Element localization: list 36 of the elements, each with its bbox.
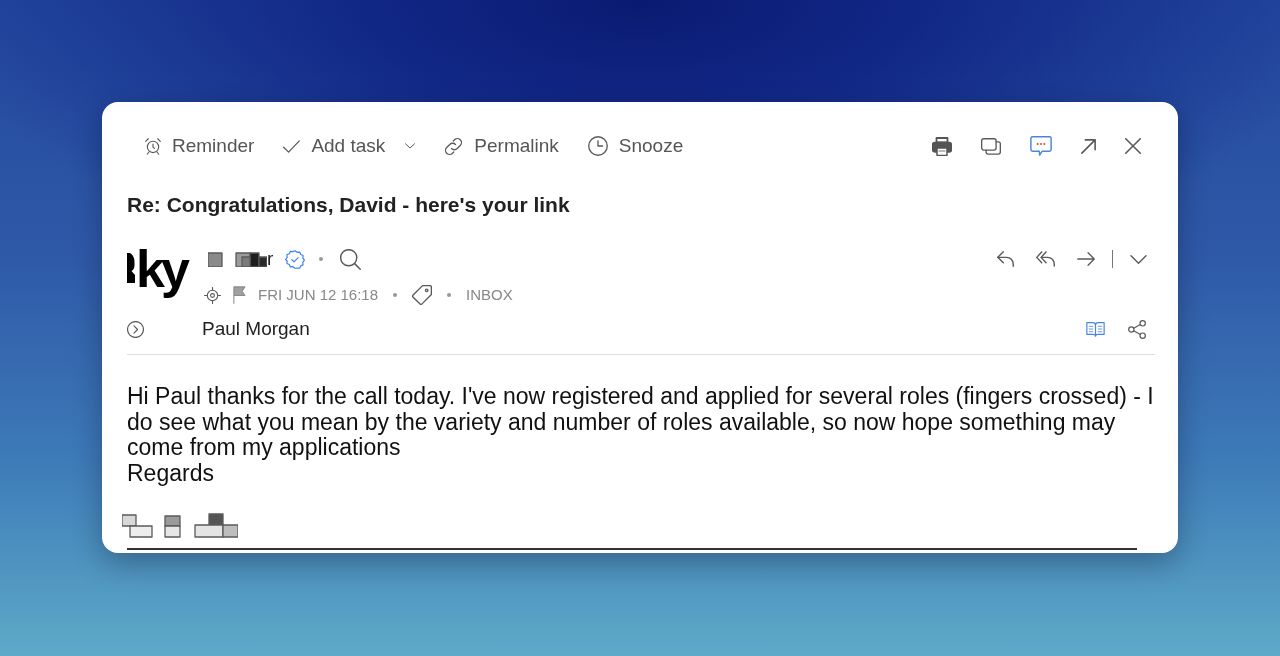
snooze-button[interactable]: Snooze bbox=[587, 134, 684, 158]
link-icon bbox=[444, 136, 464, 156]
reply-icon[interactable] bbox=[997, 251, 1014, 267]
separator-dot-icon bbox=[393, 293, 398, 297]
chat-bubble-icon[interactable] bbox=[1030, 136, 1052, 156]
email-subject: Re: Congratulations, David - here's your link bbox=[127, 192, 570, 218]
permalink-button[interactable]: Permalink bbox=[444, 134, 559, 158]
separator-dot-icon bbox=[319, 257, 324, 261]
reminder-button[interactable]: Reminder bbox=[145, 134, 255, 158]
message-text: Hi Paul thanks for the call today. I've now registered and applied for several roles (fingers crossed) - I do see what you mean by the variety and number of roles available, so now hope something may come from my applications bbox=[127, 384, 1155, 461]
target-icon[interactable] bbox=[204, 286, 221, 304]
search-icon[interactable] bbox=[340, 248, 362, 270]
pixelated-name-drawing bbox=[208, 251, 267, 267]
share-icon[interactable] bbox=[1128, 319, 1146, 339]
close-icon[interactable] bbox=[1125, 138, 1141, 154]
print-icon[interactable] bbox=[932, 136, 952, 156]
arrow-up-right-icon[interactable] bbox=[1081, 138, 1096, 154]
recipient-name: Paul Morgan bbox=[202, 317, 310, 341]
sender-name: r bbox=[267, 247, 274, 271]
logo-mark-icon bbox=[127, 253, 135, 283]
caret-icon[interactable] bbox=[405, 143, 416, 149]
windows-icon[interactable] bbox=[981, 137, 1001, 155]
add-task-button[interactable]: Add task bbox=[283, 134, 386, 158]
folder-label: INBOX bbox=[466, 285, 513, 305]
date-text: FRI JUN 12 16:18 bbox=[258, 285, 379, 305]
forward-icon[interactable] bbox=[1077, 252, 1095, 266]
book-icon[interactable] bbox=[1086, 321, 1105, 337]
alarm-clock-icon bbox=[145, 137, 161, 155]
tag-icon[interactable] bbox=[412, 285, 433, 305]
chevron-down-icon[interactable] bbox=[1130, 254, 1147, 264]
message-text: Regards bbox=[127, 460, 215, 487]
checkmark-icon bbox=[283, 139, 301, 153]
separator-dot-icon bbox=[447, 293, 452, 297]
reply-all-icon[interactable] bbox=[1036, 251, 1055, 267]
flag-icon[interactable] bbox=[233, 286, 246, 304]
clock-icon bbox=[587, 136, 608, 156]
